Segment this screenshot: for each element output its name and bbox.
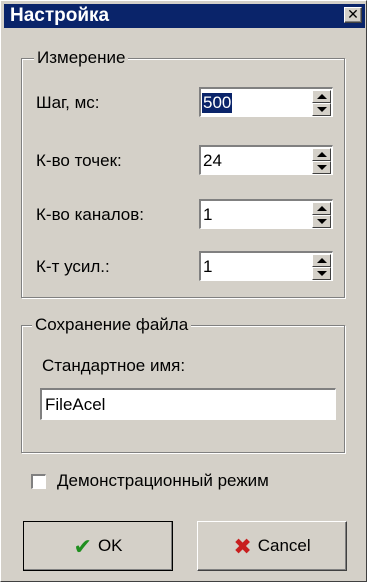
spin-up-icon xyxy=(317,152,327,157)
ok-button[interactable]: ✔ OK xyxy=(23,521,173,571)
gain-value[interactable]: 1 xyxy=(203,257,212,277)
measurement-legend: Измерение xyxy=(34,49,129,67)
spin-down-icon xyxy=(317,165,327,170)
cancel-label: Cancel xyxy=(257,536,311,555)
settings-dialog: Настройка ✕ Измерение Шаг, мс: 500 К-во … xyxy=(0,0,367,582)
channels-down-button[interactable] xyxy=(312,215,331,228)
spin-up-icon xyxy=(317,94,327,99)
title-bar[interactable]: Настройка ✕ xyxy=(4,4,365,28)
demo-mode-checkbox[interactable] xyxy=(31,474,46,489)
spin-up-icon xyxy=(317,258,327,263)
step-value[interactable]: 500 xyxy=(202,93,233,113)
points-down-button[interactable] xyxy=(312,161,331,174)
gain-label: К-т усил.: xyxy=(36,257,110,276)
channels-up-button[interactable] xyxy=(312,202,331,215)
step-up-button[interactable] xyxy=(312,90,331,103)
ok-label: OK xyxy=(97,536,123,555)
cancel-button[interactable]: ✖ Cancel xyxy=(197,521,347,571)
points-up-button[interactable] xyxy=(312,148,331,161)
default-name-label: Стандартное имя: xyxy=(42,356,186,375)
file-save-legend: Сохранение файла xyxy=(32,316,192,334)
gain-spinner[interactable]: 1 xyxy=(199,251,333,281)
spin-up-icon xyxy=(317,206,327,211)
gain-down-button[interactable] xyxy=(312,267,331,280)
cancel-button-content: ✖ Cancel xyxy=(198,533,346,559)
file-save-group: Сохранение файла Стандартное имя: xyxy=(21,316,345,453)
default-name-input[interactable] xyxy=(40,388,336,420)
spin-down-icon xyxy=(317,271,327,276)
spin-down-icon xyxy=(317,219,327,224)
step-label: Шаг, мс: xyxy=(36,93,100,112)
window-title: Настройка xyxy=(10,5,110,26)
channels-spinner[interactable]: 1 xyxy=(199,199,333,229)
demo-mode-label[interactable]: Демонстрационный режим xyxy=(57,471,269,491)
points-spinner[interactable]: 24 xyxy=(199,145,333,175)
close-icon: ✕ xyxy=(347,6,359,22)
ok-button-content: ✔ OK xyxy=(24,533,172,559)
step-spinner[interactable]: 500 xyxy=(199,87,333,117)
measurement-group: Измерение Шаг, мс: 500 К-во точек: 24 К-… xyxy=(21,49,345,298)
channels-label: К-во каналов: xyxy=(36,205,145,224)
check-icon: ✔ xyxy=(73,533,92,559)
close-button[interactable]: ✕ xyxy=(344,7,362,23)
points-value[interactable]: 24 xyxy=(203,151,222,171)
spin-down-icon xyxy=(317,107,327,112)
points-label: К-во точек: xyxy=(36,151,122,170)
cross-icon: ✖ xyxy=(233,533,252,559)
channels-value[interactable]: 1 xyxy=(203,205,212,225)
gain-up-button[interactable] xyxy=(312,254,331,267)
step-down-button[interactable] xyxy=(312,103,331,116)
